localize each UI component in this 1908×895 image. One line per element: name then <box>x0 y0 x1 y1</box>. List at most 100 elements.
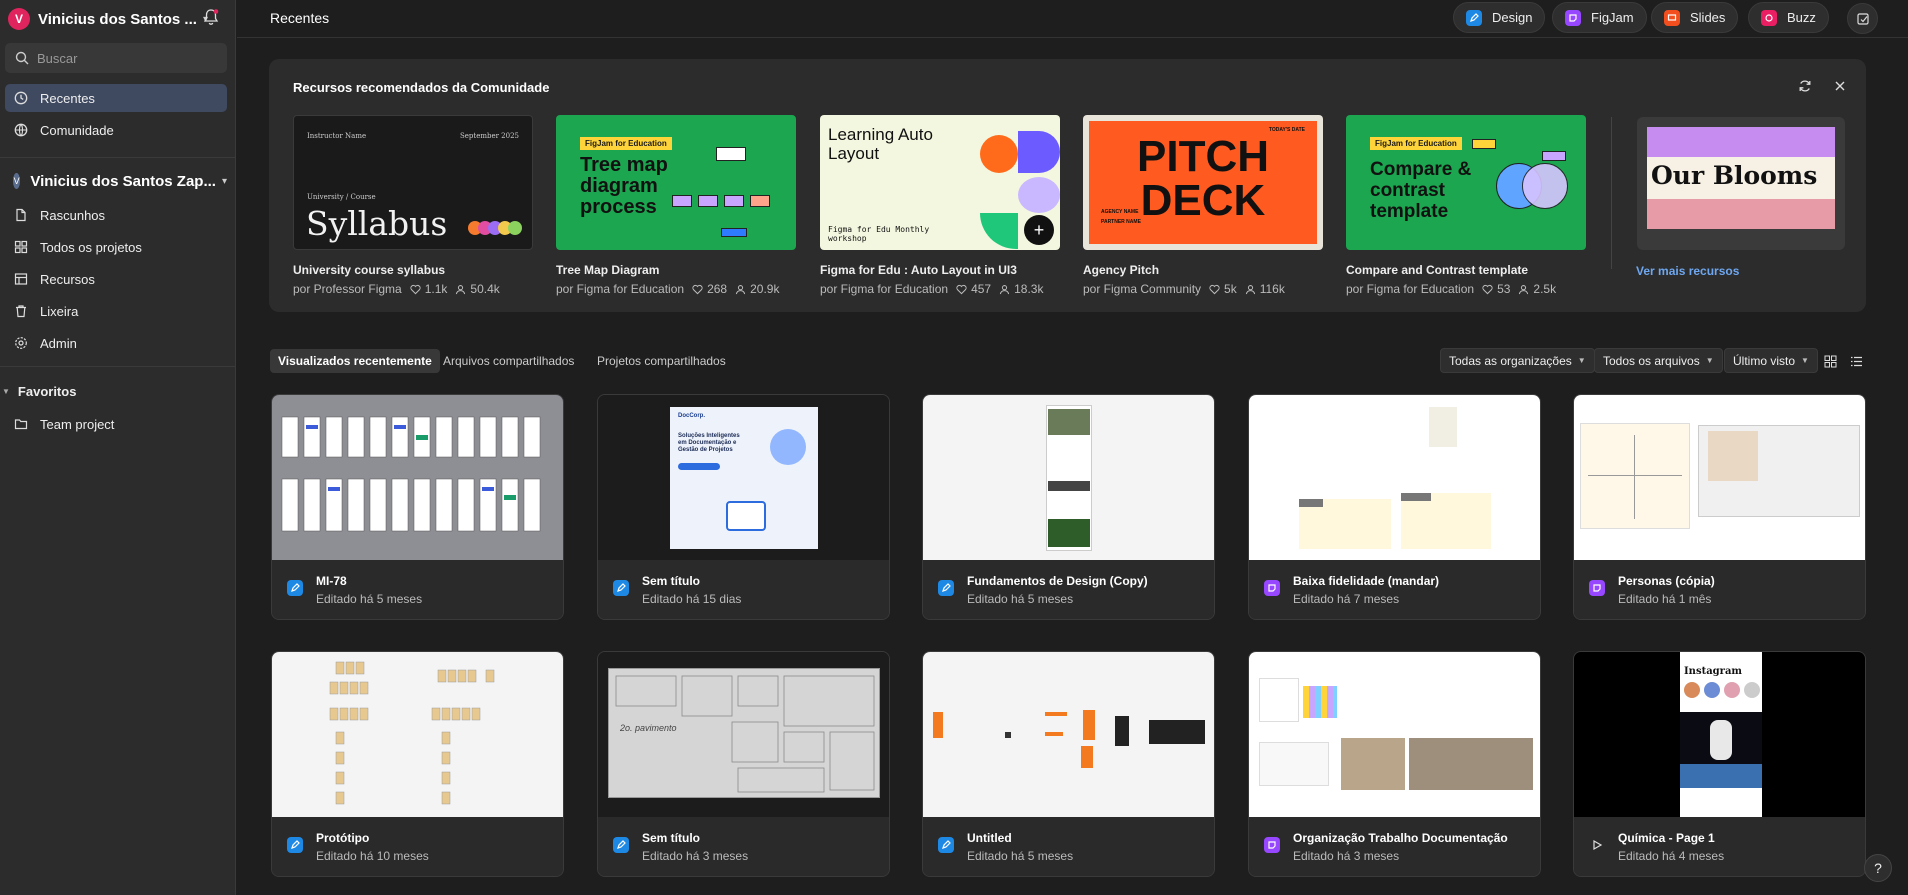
sidebar-item-admin[interactable]: Admin <box>5 329 227 357</box>
decoration <box>980 213 1018 249</box>
sidebar-item-recursos[interactable]: Recursos <box>5 265 227 293</box>
file-info: Baixa fidelidade (mandar) Editado há 7 m… <box>1249 560 1540 619</box>
file-date: Editado há 10 meses <box>316 849 429 863</box>
resource-likes: 53 <box>1497 282 1511 296</box>
resource-card[interactable]: FigJam for Education Tree map diagram pr… <box>556 115 796 296</box>
file-card[interactable]: Untitled Editado há 5 meses <box>922 651 1215 877</box>
decoration <box>1472 139 1496 149</box>
file-card[interactable]: Organização Trabalho Documentação Editad… <box>1248 651 1541 877</box>
design-file-icon <box>287 837 303 853</box>
file-thumbnail <box>923 395 1214 560</box>
sort-filter[interactable]: Último visto ▼ <box>1724 348 1818 373</box>
sidebar-item-team-project[interactable]: Team project <box>5 410 227 438</box>
resource-meta: por Professor Figma 1.1k 50.4k <box>293 282 533 296</box>
file-card[interactable]: Instagram Química - Page 1 Editado há 4 … <box>1573 651 1866 877</box>
heart-icon <box>692 284 703 295</box>
decoration <box>1083 710 1095 740</box>
design-app-button[interactable]: Design <box>1453 2 1546 33</box>
file-name: Baixa fidelidade (mandar) <box>1293 574 1440 588</box>
sidebar-item-lixeira[interactable]: Lixeira <box>5 297 227 325</box>
new-file-button[interactable] <box>1847 3 1878 34</box>
team-switcher[interactable]: V Vinicius dos Santos Zap... ▾ <box>5 168 227 194</box>
refresh-icon[interactable] <box>1798 79 1812 96</box>
more-resources-thumbnail[interactable]: Our Blooms <box>1637 117 1845 250</box>
file-card[interactable]: DocCorp. Soluções Inteligentes em Docume… <box>597 394 890 620</box>
account-switcher[interactable]: V Vinicius dos Santos ... ▾ <box>8 7 228 31</box>
figjam-file-icon <box>1264 837 1280 853</box>
file-thumbnail <box>272 395 563 560</box>
file-name: Fundamentos de Design (Copy) <box>967 574 1148 588</box>
decoration <box>1680 764 1762 788</box>
thumb-text: AGENCY NAME <box>1101 209 1139 215</box>
notifications-bell-icon[interactable] <box>202 8 222 28</box>
figjam-app-button[interactable]: FigJam <box>1552 2 1647 33</box>
sidebar-item-comunidade[interactable]: Comunidade <box>5 116 227 144</box>
resources-title: Recursos recomendados da Comunidade <box>293 80 550 95</box>
design-file-icon <box>287 580 303 596</box>
gear-icon <box>15 337 27 349</box>
decoration <box>678 463 720 470</box>
file-card[interactable]: Baixa fidelidade (mandar) Editado há 7 m… <box>1248 394 1541 620</box>
decoration <box>1744 682 1760 698</box>
close-icon[interactable] <box>1833 79 1847 96</box>
file-date: Editado há 5 meses <box>967 592 1074 606</box>
file-name: Untitled <box>967 831 1012 845</box>
resource-card[interactable]: Learning Auto Layout Figma for Edu Month… <box>820 115 1060 296</box>
grid-view-icon[interactable] <box>1820 351 1840 371</box>
file-card[interactable]: Fundamentos de Design (Copy) Editado há … <box>922 394 1215 620</box>
divider <box>0 157 236 158</box>
sidebar: V Vinicius dos Santos ... ▾ Buscar Recen… <box>0 0 236 895</box>
file-info: Protótipo Editado há 10 meses <box>272 817 563 876</box>
sidebar-item-recentes[interactable]: Recentes <box>5 84 227 112</box>
buzz-app-button[interactable]: Buzz <box>1748 2 1829 33</box>
file-card[interactable]: 2o. pavimento Sem título Editado há 3 me… <box>597 651 890 877</box>
resource-likes: 268 <box>707 282 728 296</box>
sidebar-item-rascunhos[interactable]: Rascunhos <box>5 201 227 229</box>
resource-author: por Figma for Education <box>1346 282 1475 296</box>
list-view-icon[interactable] <box>1846 351 1866 371</box>
favorites-header[interactable]: ▼ Favoritos <box>0 384 76 399</box>
files-filter[interactable]: Todos os arquivos ▼ <box>1594 348 1723 373</box>
resource-name: University course syllabus <box>293 263 446 277</box>
resource-meta: por Figma for Education 457 18.3k <box>820 282 1060 296</box>
resource-author: por Figma for Education <box>556 282 685 296</box>
tab-shared-projects[interactable]: Projetos compartilhados <box>589 349 734 373</box>
slides-app-button[interactable]: Slides <box>1651 2 1739 33</box>
sidebar-item-projetos[interactable]: Todos os projetos <box>5 233 227 261</box>
resource-card[interactable]: FigJam for Education Compare & contrast … <box>1346 115 1586 296</box>
file-card[interactable]: Personas (cópia) Editado há 1 mês <box>1573 394 1866 620</box>
design-file-icon <box>938 580 954 596</box>
help-button[interactable]: ? <box>1864 854 1892 882</box>
heart-icon <box>1482 284 1493 295</box>
filter-label: Todos os arquivos <box>1603 353 1700 368</box>
tab-recent[interactable]: Visualizados recentemente <box>270 349 440 373</box>
thumb-text: Figma for Edu Monthly workshop <box>828 225 930 243</box>
resource-card[interactable]: Instructor Name September 2025 Universit… <box>293 115 533 296</box>
file-card[interactable]: MI-78 Editado há 5 meses <box>271 394 564 620</box>
tab-shared-files[interactable]: Arquivos compartilhados <box>435 349 582 373</box>
org-filter[interactable]: Todas as organizações ▼ <box>1440 348 1595 373</box>
file-date: Editado há 15 dias <box>642 592 742 606</box>
chevron-down-icon: ▼ <box>2 387 10 396</box>
resource-name: Agency Pitch <box>1083 263 1160 277</box>
design-file-icon <box>613 580 629 596</box>
decoration <box>698 195 718 207</box>
file-date: Editado há 1 mês <box>1618 592 1712 606</box>
decoration <box>672 195 692 207</box>
decoration <box>1299 499 1323 507</box>
heart-icon <box>1209 284 1220 295</box>
more-resources-link[interactable]: Ver mais recursos <box>1636 264 1739 278</box>
decoration <box>1542 151 1566 161</box>
resource-users: 20.9k <box>750 282 780 296</box>
trash-icon <box>16 305 26 318</box>
thumb-text: September 2025 <box>459 132 519 140</box>
decoration <box>1409 738 1533 790</box>
file-card[interactable]: Protótipo Editado há 10 meses <box>271 651 564 877</box>
user-icon <box>999 284 1010 295</box>
decoration <box>1149 720 1205 744</box>
search-input[interactable]: Buscar <box>5 43 227 73</box>
divider <box>0 366 236 367</box>
resource-card[interactable]: PITCH DECK TODAY'S DATE AGENCY NAME PART… <box>1083 115 1323 296</box>
thumb-text: Compare & contrast template <box>1370 159 1472 222</box>
resource-thumbnail: Instructor Name September 2025 Universit… <box>293 115 533 250</box>
